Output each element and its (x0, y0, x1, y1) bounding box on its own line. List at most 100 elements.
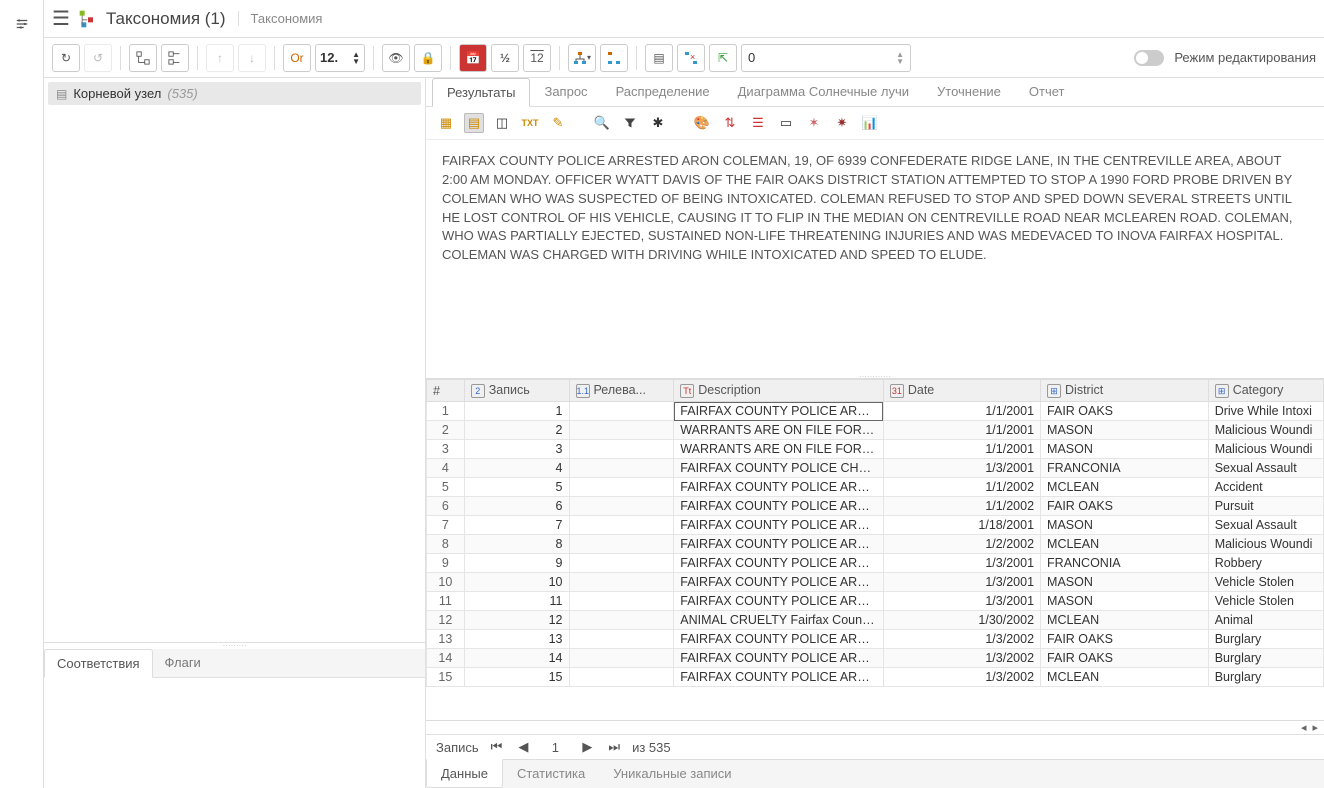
edit-mode-toggle[interactable] (1134, 50, 1164, 66)
col-header-relevance[interactable]: 1.1Релева... (569, 380, 674, 402)
undo-button[interactable]: ↺ (84, 44, 112, 72)
col-header-number[interactable]: # (427, 380, 465, 402)
col-header-district[interactable]: ⊞District (1041, 380, 1209, 402)
highlight-icon[interactable]: ✎ (548, 113, 568, 133)
table-row[interactable]: 22WARRANTS ARE ON FILE FOR EDUA1/1/2001M… (427, 421, 1324, 440)
pager-prev[interactable]: ◀ (514, 739, 532, 755)
table-row[interactable]: 66FAIRFAX COUNTY POLICE ARRESTE1/1/2002F… (427, 497, 1324, 516)
table-row[interactable]: 11FAIRFAX COUNTY POLICE ARRESTE1/1/2001F… (427, 402, 1324, 421)
tab-refine[interactable]: Уточнение (923, 78, 1015, 106)
tab-data[interactable]: Данные (426, 759, 503, 788)
cell-district: MASON (1041, 573, 1209, 592)
tree-collapse-button[interactable] (161, 44, 189, 72)
or-button[interactable]: Or (283, 44, 311, 72)
lock-button[interactable]: 🔒 (414, 44, 442, 72)
palette-icon[interactable]: 🎨 (692, 113, 712, 133)
cell-number: 3 (427, 440, 465, 459)
pager-next[interactable]: ▶ (578, 739, 596, 755)
tab-stats[interactable]: Статистика (503, 760, 599, 788)
table-row[interactable]: 55FAIRFAX COUNTY POLICE ARE INVE1/1/2002… (427, 478, 1324, 497)
cell-category: Malicious Woundi (1208, 440, 1323, 459)
tab-results[interactable]: Результаты (432, 78, 530, 107)
tab-matches[interactable]: Соответствия (44, 649, 153, 678)
tab-report[interactable]: Отчет (1015, 78, 1079, 106)
fraction-button[interactable]: ½ (491, 44, 519, 72)
cell-description: WARRANTS ARE ON FILE FOR EDUA (674, 421, 884, 440)
hierarchy-button[interactable]: ▾ (568, 44, 596, 72)
cell-number: 8 (427, 535, 465, 554)
tree-expand-button[interactable] (129, 44, 157, 72)
list-icon[interactable]: ☰ (748, 113, 768, 133)
view-detail-icon[interactable]: ▤ (464, 113, 484, 133)
calendar-button[interactable]: 📅 (459, 44, 487, 72)
cell-relevance (569, 668, 674, 687)
tab-unique[interactable]: Уникальные записи (599, 760, 745, 788)
cell-date: 1/18/2001 (883, 516, 1040, 535)
eye-button[interactable]: 👁 (382, 44, 410, 72)
txt-icon[interactable]: TXT (520, 113, 540, 133)
scroll-left-icon[interactable]: ◂ (1301, 721, 1307, 734)
view-list-icon[interactable]: ▦ (436, 113, 456, 133)
cell-record: 15 (464, 668, 569, 687)
col-header-date[interactable]: 31Date (883, 380, 1040, 402)
number-input[interactable]: 0▲▼ (741, 44, 911, 72)
grid-header-row: # 2Запись 1.1Релева... TtDescription 31D… (427, 380, 1324, 402)
table-row[interactable]: 1212ANIMAL CRUELTY Fairfax County P1/30/… (427, 611, 1324, 630)
cell-relevance (569, 440, 674, 459)
table-row[interactable]: 1515FAIRFAX COUNTY POLICE ARRESTE1/3/200… (427, 668, 1324, 687)
level-spinner[interactable]: 12.▲▼ (315, 44, 365, 72)
search-icon[interactable]: 🔍 (592, 113, 612, 133)
arrow-down-button[interactable]: ↓ (238, 44, 266, 72)
table-row[interactable]: 33WARRANTS ARE ON FILE FOR EDUA1/1/2001M… (427, 440, 1324, 459)
cell-description: FAIRFAX COUNTY POLICE CHARGE (674, 459, 884, 478)
cell-category: Animal (1208, 611, 1323, 630)
tab-sunburst[interactable]: Диаграмма Солнечные лучи (724, 78, 923, 106)
table-row[interactable]: 77FAIRFAX COUNTY POLICE ARRESTE1/18/2001… (427, 516, 1324, 535)
tree-root-node[interactable]: ▤ Корневой узел (535) (48, 82, 421, 105)
cell-description: FAIRFAX COUNTY POLICE ARE INVE (674, 478, 884, 497)
doc-button[interactable]: ▤ (645, 44, 673, 72)
filter-icon[interactable] (620, 113, 640, 133)
table-row[interactable]: 88FAIRFAX COUNTY POLICE ARE INVE1/2/2002… (427, 535, 1324, 554)
burst2-icon[interactable]: ✷ (832, 113, 852, 133)
gear-icon[interactable]: ✱ (648, 113, 668, 133)
col-header-category[interactable]: ⊞Category (1208, 380, 1323, 402)
pager-last[interactable]: ⏭ (604, 739, 624, 755)
table-row[interactable]: 44FAIRFAX COUNTY POLICE CHARGE1/3/2001FR… (427, 459, 1324, 478)
settings-icon[interactable] (8, 10, 36, 38)
hierarchy2-button[interactable] (600, 44, 628, 72)
cell-description: FAIRFAX COUNTY POLICE ARRESTE (674, 554, 884, 573)
cell-record: 9 (464, 554, 569, 573)
results-grid[interactable]: # 2Запись 1.1Релева... TtDescription 31D… (426, 378, 1324, 720)
table-row[interactable]: 99FAIRFAX COUNTY POLICE ARRESTE1/3/2001F… (427, 554, 1324, 573)
chart-icon[interactable]: 📊 (860, 113, 880, 133)
tree-add-button[interactable]: × (677, 44, 705, 72)
cell-district: FAIR OAKS (1041, 497, 1209, 516)
cell-number: 9 (427, 554, 465, 573)
scroll-right-icon[interactable]: ▸ (1312, 721, 1318, 734)
col-header-description[interactable]: TtDescription (674, 380, 884, 402)
horizontal-scroll[interactable]: ◂▸ (426, 720, 1324, 734)
tab-query[interactable]: Запрос (530, 78, 601, 106)
rect-icon[interactable]: ▭ (776, 113, 796, 133)
menu-icon[interactable]: ☰ (52, 6, 70, 31)
refresh-button[interactable]: ↻ (52, 44, 80, 72)
export-button[interactable]: ⇱ (709, 44, 737, 72)
cell-record: 1 (464, 402, 569, 421)
tab-flags[interactable]: Флаги (153, 649, 213, 677)
burst1-icon[interactable]: ✶ (804, 113, 824, 133)
pager-first[interactable]: ⏮ (487, 739, 507, 755)
cell-record: 6 (464, 497, 569, 516)
sort-icon[interactable]: ⇅ (720, 113, 740, 133)
table-row[interactable]: 1111FAIRFAX COUNTY POLICE ARRESTE1/3/200… (427, 592, 1324, 611)
table-row[interactable]: 1313FAIRFAX COUNTY POLICE ARE INVE1/3/20… (427, 630, 1324, 649)
tree-panel[interactable]: ▤ Корневой узел (535) (44, 78, 425, 643)
col-header-record[interactable]: 2Запись (464, 380, 569, 402)
arrow-up-button[interactable]: ↑ (206, 44, 234, 72)
view-split-icon[interactable]: ◫ (492, 113, 512, 133)
table-row[interactable]: 1414FAIRFAX COUNTY POLICE ARRESTE1/3/200… (427, 649, 1324, 668)
left-rail (0, 0, 44, 788)
count-button[interactable]: 12 (523, 44, 551, 72)
table-row[interactable]: 1010FAIRFAX COUNTY POLICE ARRESTE1/3/200… (427, 573, 1324, 592)
tab-distribution[interactable]: Распределение (602, 78, 724, 106)
